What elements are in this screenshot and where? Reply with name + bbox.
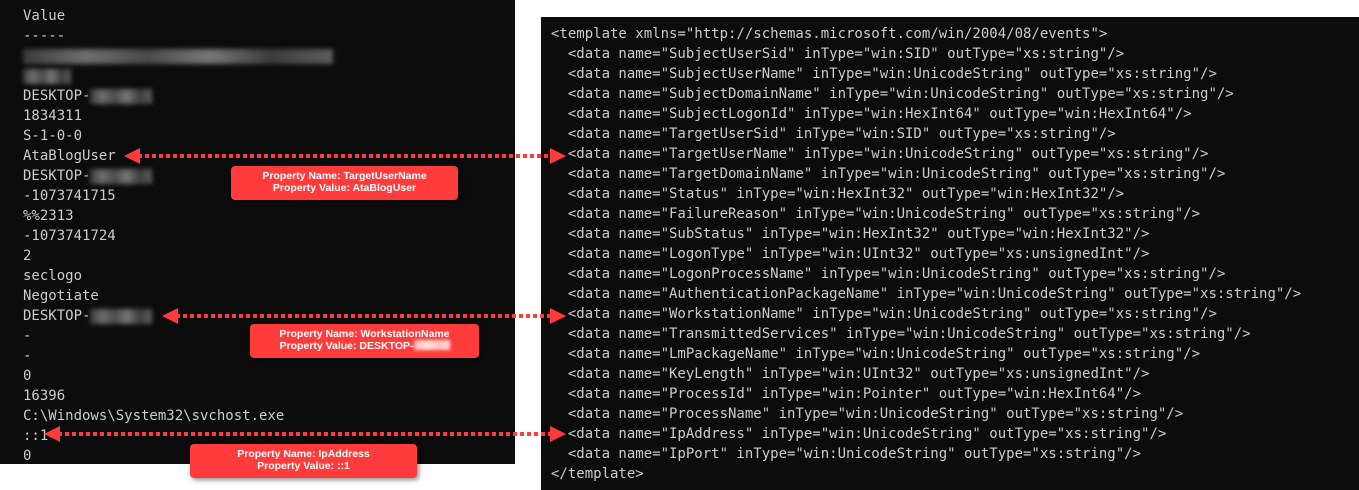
template-data-line-target-user-name: <data name="TargetUserName" inType="win:… (551, 146, 1209, 162)
template-data-line: <data name="SubjectUserName" inType="win… (551, 66, 1217, 82)
value-line: 0 (23, 448, 32, 464)
template-data-line: <data name="AuthenticationPackageName" i… (551, 286, 1302, 302)
redacted-value-line (23, 66, 71, 86)
template-data-line: <data name="LogonType" inType="win:UInt3… (551, 246, 1150, 262)
value-line: Negotiate (23, 288, 99, 304)
value-line-ip-address: ::1 (23, 428, 49, 444)
template-data-line: <data name="KeyLength" inType="win:UInt3… (551, 366, 1150, 382)
template-data-line: <data name="IpPort" inType="win:UnicodeS… (551, 446, 1142, 462)
callout-ip-address: Property Name: IpAddress Property Value:… (190, 444, 417, 478)
value-line: DESKTOP- (23, 166, 153, 186)
callout-property-name: Property Name: TargetUserName (262, 170, 427, 182)
callout-property-value: Property Value: ::1 (257, 460, 350, 472)
value-line: S-1-0-0 (23, 128, 83, 144)
template-data-line: <data name="LmPackageName" inType="win:U… (551, 346, 1201, 362)
value-line: C:\Windows\System32\svchost.exe (23, 408, 285, 424)
template-data-line: <data name="Status" inType="win:HexInt32… (551, 186, 1125, 202)
callout-property-value: Property Value: AtaBlogUser (272, 182, 417, 194)
value-line-target-user-name: AtaBlogUser (23, 148, 116, 164)
template-data-line: <data name="TargetUserSid" inType="win:S… (551, 126, 1116, 142)
property-values-console: Value ----- DESKTOP- 1834311 S-1-0-0 Ata… (0, 0, 515, 464)
redacted-value-line (23, 46, 333, 66)
template-data-line: <data name="SubjectUserSid" inType="win:… (551, 46, 1125, 62)
callout-workstation-name: Property Name: WorkstationName Property … (250, 324, 479, 358)
callout-property-name: Property Name: WorkstationName (279, 328, 450, 340)
value-line: -1073741724 (23, 228, 116, 244)
value-line: 2 (23, 248, 32, 264)
value-line-workstation-name: DESKTOP- (23, 306, 153, 326)
redacted-blur (90, 88, 153, 104)
redacted-blur (90, 308, 153, 324)
value-line: -1073741715 (23, 188, 116, 204)
console-header-line: Value (23, 8, 66, 24)
value-line: 0 (23, 368, 32, 384)
template-data-line: <data name="LogonProcessName" inType="wi… (551, 266, 1226, 282)
value-line: 16396 (23, 388, 66, 404)
template-data-line: <data name="TargetDomainName" inType="wi… (551, 166, 1226, 182)
template-data-line-ip-address: <data name="IpAddress" inType="win:Unico… (551, 426, 1167, 442)
callout-target-user-name: Property Name: TargetUserName Property V… (231, 166, 458, 200)
template-data-line: <data name="TransmittedServices" inType=… (551, 326, 1251, 342)
template-data-line: <data name="SubjectLogonId" inType="win:… (551, 106, 1192, 122)
value-line: %%2313 (23, 208, 74, 224)
value-line: 1834311 (23, 108, 83, 124)
redacted-blur (413, 340, 450, 350)
callout-property-value-row: Property Value: DESKTOP- (250, 340, 479, 352)
redacted-blur (90, 168, 153, 184)
value-line: DESKTOP- (23, 86, 153, 106)
callout-property-name: Property Name: IpAddress (237, 448, 370, 460)
redacted-blur (23, 48, 333, 64)
value-line: - (23, 348, 32, 364)
console-header-separator: ----- (23, 28, 66, 44)
value-line: - (23, 328, 32, 344)
value-line: seclogo (23, 268, 83, 284)
template-data-line: <data name="SubjectDomainName" inType="w… (551, 86, 1234, 102)
callout-property-value: Property Value: DESKTOP- (279, 340, 414, 352)
template-data-line-workstation-name: <data name="WorkstationName" inType="win… (551, 306, 1217, 322)
template-data-line: <data name="ProcessId" inType="win:Point… (551, 386, 1142, 402)
xml-template-console: <template xmlns="http://schemas.microsof… (541, 17, 1359, 490)
template-close-tag: </template> (551, 466, 644, 482)
template-data-line: <data name="FailureReason" inType="win:U… (551, 206, 1201, 222)
redacted-blur (23, 68, 71, 84)
template-data-line: <data name="SubStatus" inType="win:HexIn… (551, 226, 1150, 242)
template-open-tag: <template xmlns="http://schemas.microsof… (551, 26, 1108, 42)
template-data-line: <data name="ProcessName" inType="win:Uni… (551, 406, 1184, 422)
